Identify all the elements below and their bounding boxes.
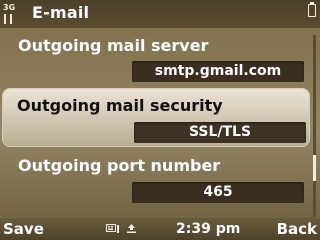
softkey-bar: Save 2:39 pm Back [0, 218, 320, 240]
battery-icon [308, 2, 316, 17]
setting-label: Outgoing mail security [17, 96, 223, 115]
clock-time: 2:39 pm [176, 221, 241, 237]
setting-outgoing-mail-server[interactable]: Outgoing mail server smtp.gmail.com [0, 28, 312, 88]
setting-label: Outgoing port number [18, 156, 221, 175]
setting-outgoing-port-number[interactable]: Outgoing port number 465 [0, 151, 312, 211]
page-title: E-mail [32, 3, 90, 22]
scrollbar-thumb[interactable] [313, 155, 316, 181]
back-softkey[interactable]: Back [277, 220, 317, 238]
setting-label: Outgoing mail server [18, 36, 209, 55]
save-softkey[interactable]: Save [3, 220, 44, 238]
setting-outgoing-mail-security[interactable]: Outgoing mail security SSL/TLS [3, 89, 309, 146]
keyboard-icon [106, 223, 120, 237]
setting-value-field[interactable]: 465 [132, 182, 304, 203]
upload-icon [126, 223, 137, 237]
signal-indicator: 3G [3, 3, 16, 12]
signal-strength-icon [4, 14, 12, 24]
setting-value-field[interactable]: SSL/TLS [134, 122, 306, 143]
setting-value-field[interactable]: smtp.gmail.com [132, 61, 304, 82]
title-bar: 3G E-mail [0, 0, 320, 28]
scrollbar[interactable] [313, 35, 316, 217]
